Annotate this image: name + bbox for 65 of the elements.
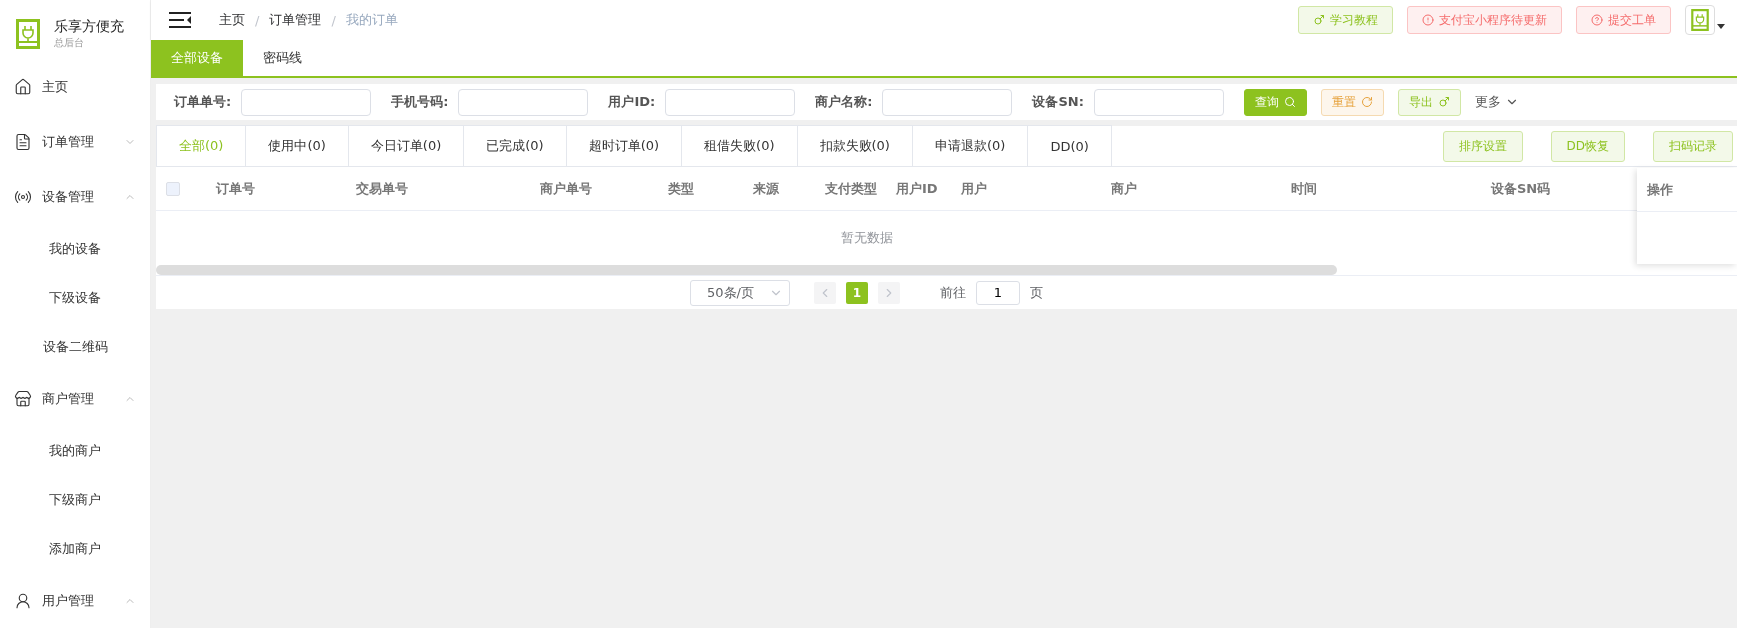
column-header: 用户ID	[896, 179, 939, 198]
input-field[interactable]	[458, 88, 589, 116]
user-icon	[14, 591, 32, 610]
scrollbar[interactable]	[156, 265, 1337, 275]
filter-label: 商户名称:	[815, 93, 873, 111]
column-header: 操作	[1647, 180, 1673, 199]
document-icon	[14, 132, 32, 151]
sidebar-item[interactable]: 用户管理	[0, 573, 150, 628]
filter-label: 用户ID:	[608, 93, 656, 111]
column-header: 时间	[1291, 179, 1318, 198]
filter-label: 订单单号:	[174, 93, 232, 111]
input-field[interactable]	[882, 88, 1013, 116]
page-suffix: 页	[1030, 283, 1043, 302]
breadcrumb-separator: /	[331, 12, 336, 28]
sidebar-subitem[interactable]: 下级设备	[0, 273, 150, 323]
page-tab[interactable]: 密码线	[243, 40, 322, 76]
brand-name: 乐享方便充	[54, 17, 124, 36]
filter-label: 设备SN:	[1032, 93, 1084, 111]
alert-icon	[1422, 14, 1434, 26]
next-page-button[interactable]	[878, 281, 900, 304]
plug-logo	[1691, 9, 1709, 31]
column-header: 交易单号	[356, 179, 409, 198]
breadcrumb-link[interactable]: 主页	[219, 11, 245, 29]
search-icon	[1283, 96, 1296, 108]
page-input[interactable]: 1	[976, 280, 1020, 305]
checkbox[interactable]	[166, 181, 180, 196]
sidebar-subitem[interactable]: 添加商户	[0, 524, 150, 574]
brand-subtitle: 总后台	[54, 35, 85, 50]
page-size-select[interactable]: 50条/页	[690, 279, 790, 306]
filter-label: 手机号码:	[391, 93, 449, 111]
sidebar-subitem[interactable]: 下级商户	[0, 475, 150, 525]
plug-logo	[16, 18, 40, 49]
input-field[interactable]	[241, 88, 372, 116]
column-header: 用户	[961, 179, 988, 198]
sidebar-item[interactable]: 订单管理	[0, 114, 150, 170]
sidebar-subitem[interactable]: 我的商户	[0, 426, 150, 476]
column-header: 类型	[667, 179, 695, 198]
previous-page-button[interactable]	[814, 281, 836, 304]
column-header: 商户	[1111, 179, 1138, 198]
column-header: 支付类型	[824, 179, 878, 198]
column-header: 商户单号	[539, 179, 593, 198]
status-tab[interactable]: DD(0)	[1027, 125, 1112, 166]
sidebar-subitem[interactable]: 我的设备	[0, 224, 150, 274]
refresh-icon	[1360, 96, 1373, 108]
sidebar-item[interactable]: 设备管理	[0, 169, 150, 224]
column-header: 订单号	[216, 179, 256, 198]
store-icon	[14, 389, 32, 408]
input-field[interactable]	[665, 88, 796, 116]
input-field[interactable]	[1093, 88, 1224, 116]
column-header: 设备SN码	[1491, 179, 1552, 198]
male-symbol-icon	[1313, 14, 1325, 26]
breadcrumb-link[interactable]: 订单管理	[269, 11, 322, 29]
breadcrumb-separator: /	[255, 12, 260, 28]
menu-toggle-icon[interactable]	[169, 12, 191, 28]
male-symbol-icon	[1437, 96, 1450, 108]
column-header: 来源	[752, 179, 780, 198]
more-dropdown[interactable]: 更多	[1474, 93, 1519, 111]
goto-label: 前往	[940, 283, 966, 302]
caret-icon[interactable]	[1717, 24, 1725, 30]
home-icon	[14, 77, 32, 96]
sidebar-subitem[interactable]: 设备二维码	[0, 322, 150, 372]
sidebar-item[interactable]: 主页	[0, 59, 150, 115]
empty-message: 暂无数据	[840, 229, 893, 247]
help-icon	[1591, 14, 1603, 26]
sidebar-item[interactable]: 商户管理	[0, 371, 150, 426]
